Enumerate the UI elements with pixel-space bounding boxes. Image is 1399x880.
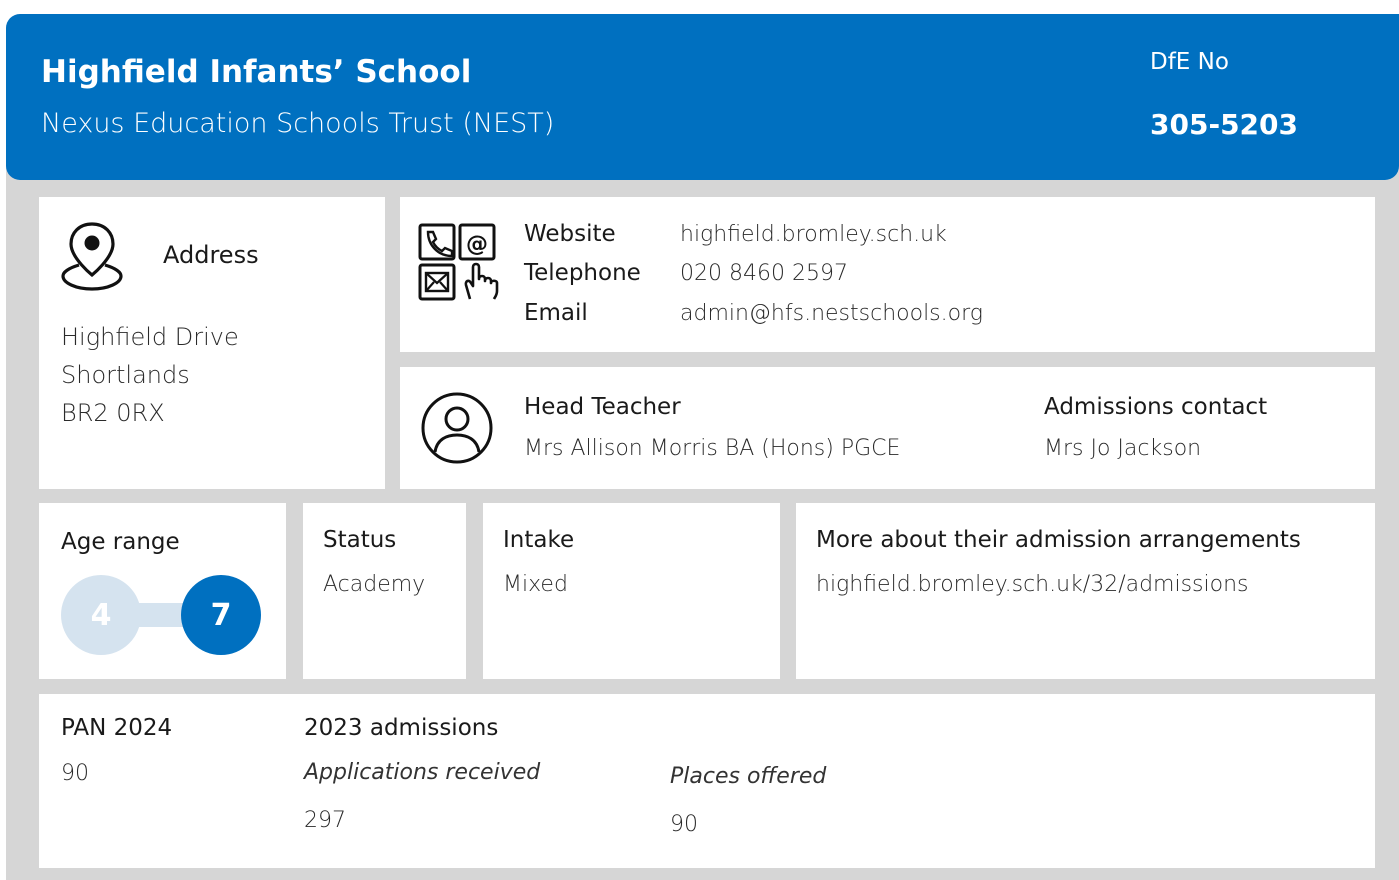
trust-name: Nexus Education Schools Trust (NEST)	[41, 108, 555, 139]
admission-arrangements-card: More about their admission arrangements …	[796, 503, 1375, 679]
intake-value: Mixed	[503, 572, 568, 597]
school-name: Highfield Infants’ School	[41, 54, 472, 90]
head-teacher-label: Head Teacher	[524, 394, 681, 420]
pan-value: 90	[61, 761, 89, 786]
telephone-label: Telephone	[524, 260, 641, 286]
head-teacher-name: Mrs Allison Morris BA (Hons) PGCE	[524, 436, 901, 461]
age-range-label: Age range	[61, 529, 180, 555]
dfe-number: 305-5203	[1150, 108, 1298, 141]
intake-label: Intake	[503, 527, 575, 553]
address-line-3: BR2 0RX	[61, 399, 165, 427]
age-range-card: Age range 4 7	[39, 503, 286, 679]
email-label: Email	[524, 300, 588, 326]
applications-received-value: 297	[304, 808, 346, 833]
address-line-1: Highfield Drive	[61, 323, 239, 351]
contact-methods-icon: @	[418, 223, 499, 301]
admissions-contact-name: Mrs Jo Jackson	[1044, 436, 1202, 461]
address-line-2: Shortlands	[61, 361, 190, 389]
people-card: Head Teacher Mrs Allison Morris BA (Hons…	[400, 367, 1375, 489]
age-from-badge: 4	[61, 575, 141, 655]
telephone-value[interactable]: 020 8460 2597	[680, 261, 848, 286]
status-card: Status Academy	[303, 503, 466, 679]
admissions-stats-card: PAN 2024 90 2023 admissions Applications…	[39, 694, 1375, 868]
admissions-year-title: 2023 admissions	[304, 715, 499, 741]
applications-received-label: Applications received	[304, 760, 541, 785]
contact-card: @ Website highfield.bromley.sch.uk Telep…	[400, 197, 1375, 352]
admissions-contact-label: Admissions contact	[1044, 394, 1268, 420]
address-card: Address Highfield Drive Shortlands BR2 0…	[39, 197, 385, 489]
dfe-label: DfE No	[1150, 49, 1229, 75]
address-title: Address	[163, 241, 259, 269]
website-label: Website	[524, 221, 616, 247]
intake-card: Intake Mixed	[483, 503, 780, 679]
person-icon	[421, 392, 493, 464]
places-offered-label: Places offered	[670, 764, 827, 789]
svg-text:@: @	[466, 232, 488, 257]
admission-arrangements-label: More about their admission arrangements	[816, 527, 1301, 553]
location-pin-icon	[61, 222, 123, 291]
places-offered-value: 90	[670, 812, 698, 837]
website-link[interactable]: highfield.bromley.sch.uk	[680, 222, 947, 247]
school-header: Highfield Infants’ School Nexus Educatio…	[6, 14, 1399, 180]
age-to-badge: 7	[181, 575, 261, 655]
status-label: Status	[323, 527, 397, 553]
email-link[interactable]: admin@hfs.nestschools.org	[680, 301, 983, 326]
status-value: Academy	[323, 572, 426, 597]
admission-arrangements-link[interactable]: highfield.bromley.sch.uk/32/admissions	[816, 572, 1249, 597]
pan-label: PAN 2024	[61, 715, 173, 741]
